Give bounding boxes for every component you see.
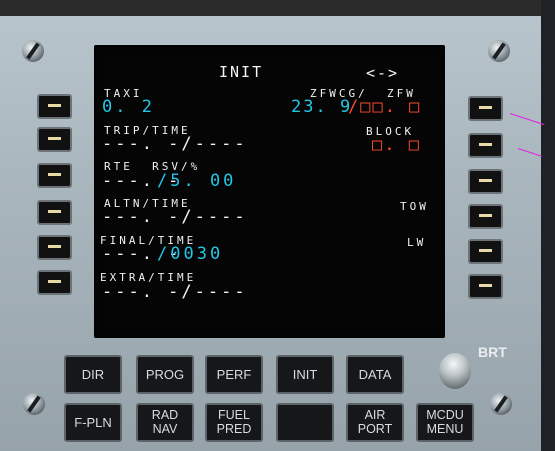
lsk-6r[interactable] xyxy=(468,274,503,299)
panel-top-edge xyxy=(0,0,555,16)
lsk-3l[interactable] xyxy=(37,163,72,188)
mcdu-display: INIT <-> TAXI 0. 2 TRIP/TIME ---. -/----… xyxy=(94,45,445,338)
screw-top-left xyxy=(22,40,44,62)
lsk-marker xyxy=(48,210,61,213)
lsk-marker xyxy=(48,173,61,176)
value-extra-time: ---. -/---- xyxy=(102,282,248,302)
lsk-marker xyxy=(479,143,492,146)
blank-key[interactable] xyxy=(276,403,334,442)
rad-nav-key[interactable]: RAD NAV xyxy=(136,403,194,442)
fuel-pred-key[interactable]: FUEL PRED xyxy=(205,403,263,442)
lsk-6l[interactable] xyxy=(37,270,72,295)
init-key[interactable]: INIT xyxy=(276,355,334,394)
brightness-knob[interactable] xyxy=(439,353,471,389)
perf-key[interactable]: PERF xyxy=(205,355,263,394)
lsk-marker xyxy=(48,280,61,283)
mcdu-menu-key[interactable]: MCDU MENU xyxy=(416,403,474,442)
lsk-5l[interactable] xyxy=(37,235,72,260)
lsk-marker xyxy=(48,104,61,107)
page-title: INIT xyxy=(219,63,264,81)
lsk-marker xyxy=(479,214,492,217)
brt-label: BRT xyxy=(478,344,507,360)
lsk-marker xyxy=(479,179,492,182)
lsk-marker xyxy=(479,249,492,252)
data-key[interactable]: DATA xyxy=(346,355,404,394)
lsk-marker xyxy=(48,137,61,140)
value-block: □. □ xyxy=(372,135,421,155)
panel-side-edge xyxy=(541,0,555,451)
page-arrows: <-> xyxy=(366,64,400,82)
value-trip-time: ---. -/---- xyxy=(102,134,248,154)
lsk-2r[interactable] xyxy=(468,133,503,158)
value-altn-time: ---. -/---- xyxy=(102,207,248,227)
value-zfwcg: 23. 9 xyxy=(291,97,353,117)
lsk-5r[interactable] xyxy=(468,239,503,264)
screw-bottom-left xyxy=(23,393,45,415)
lsk-4l[interactable] xyxy=(37,200,72,225)
label-lw: LW xyxy=(407,236,427,249)
lsk-1l[interactable] xyxy=(37,94,72,119)
lsk-marker xyxy=(48,245,61,248)
lsk-1r[interactable] xyxy=(468,96,503,121)
air-port-key[interactable]: AIR PORT xyxy=(346,403,404,442)
value-taxi: 0. 2 xyxy=(102,97,155,117)
lsk-2l[interactable] xyxy=(37,127,72,152)
dir-key[interactable]: DIR xyxy=(64,355,122,394)
value-zfw: /□□. □ xyxy=(348,97,422,117)
lsk-4r[interactable] xyxy=(468,204,503,229)
f-pln-key[interactable]: F-PLN xyxy=(64,403,122,442)
screw-top-right xyxy=(488,40,510,62)
lsk-marker xyxy=(479,106,492,109)
lsk-marker xyxy=(479,284,492,287)
value-rte-rsv-percent: /5. 00 xyxy=(157,171,237,191)
screw-bottom-right xyxy=(490,393,512,415)
label-tow: TOW xyxy=(400,200,429,213)
lsk-3r[interactable] xyxy=(468,169,503,194)
value-final-time: /0030 xyxy=(157,244,224,264)
prog-key[interactable]: PROG xyxy=(136,355,194,394)
